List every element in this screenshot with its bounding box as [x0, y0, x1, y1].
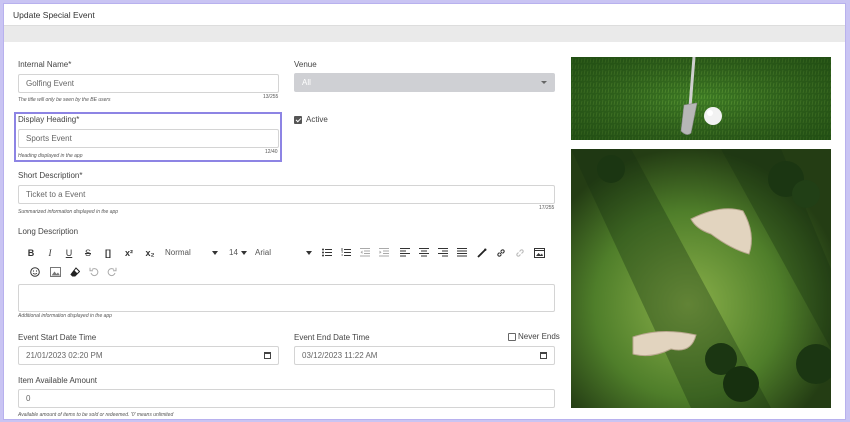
- long-description-hint: Additional information displayed in the …: [18, 313, 112, 319]
- calendar-icon[interactable]: [540, 352, 547, 359]
- end-date-input[interactable]: 03/12/2023 11:22 AM: [294, 346, 555, 365]
- long-description-label: Long Description: [18, 227, 79, 236]
- calendar-icon[interactable]: [264, 352, 271, 359]
- numbered-list-icon[interactable]: [339, 246, 353, 260]
- italic-button[interactable]: I: [43, 246, 57, 260]
- end-date-label: Event End Date Time: [294, 333, 370, 342]
- page-title: Update Special Event: [13, 10, 95, 20]
- display-heading-input[interactable]: Sports Event: [18, 129, 279, 148]
- toolbar-strip: [4, 26, 845, 42]
- subscript-button[interactable]: x₂: [141, 246, 159, 260]
- short-description-hint: Summarized information displayed in the …: [18, 209, 119, 215]
- internal-name-label: Internal Name*: [18, 60, 72, 69]
- strikethrough-button[interactable]: S: [81, 246, 95, 260]
- item-available-input[interactable]: 0: [18, 389, 555, 408]
- align-justify-icon[interactable]: [455, 246, 469, 260]
- venue-selected-value: All: [302, 78, 311, 87]
- short-description-counter: 17/255: [539, 205, 555, 211]
- chevron-down-icon: [541, 81, 547, 84]
- golf-club-ball-image: [571, 57, 831, 140]
- font-size-select-value: 14: [229, 248, 238, 257]
- app-window: Update Special Event Internal Name* Golf…: [3, 3, 846, 420]
- title-bar: Update Special Event: [4, 4, 845, 26]
- align-center-icon[interactable]: [417, 246, 431, 260]
- start-date-value: 21/01/2023 02:20 PM: [26, 351, 103, 360]
- long-description-editor[interactable]: [18, 284, 555, 312]
- font-family-select-value: Arial: [255, 248, 272, 257]
- venue-select[interactable]: All: [294, 73, 555, 92]
- rich-text-toolbar: B I U S [] x² x₂ Normal 14 Arial: [18, 243, 555, 281]
- start-date-label: Event Start Date Time: [18, 333, 97, 342]
- code-block-button[interactable]: []: [101, 246, 115, 260]
- undo-icon[interactable]: [87, 265, 101, 279]
- display-heading-counter: 12/40: [265, 149, 278, 155]
- link-icon[interactable]: [494, 246, 508, 260]
- short-description-input[interactable]: Ticket to a Event: [18, 185, 555, 204]
- font-size-select[interactable]: 14: [229, 246, 247, 260]
- display-heading-label: Display Heading*: [18, 115, 80, 124]
- active-label: Active: [306, 115, 328, 124]
- display-heading-hint: Heading displayed in the app: [18, 153, 83, 159]
- redo-icon[interactable]: [105, 265, 119, 279]
- text-color-icon[interactable]: [475, 246, 489, 260]
- end-date-value: 03/12/2023 11:22 AM: [302, 351, 378, 360]
- internal-name-hint: The title will only be seen by the BE us…: [18, 97, 111, 103]
- align-left-icon[interactable]: [398, 246, 412, 260]
- outdent-icon[interactable]: [358, 246, 372, 260]
- internal-name-input[interactable]: Golfing Event: [18, 74, 279, 93]
- embed-image-icon[interactable]: [532, 246, 546, 260]
- font-family-select[interactable]: Arial: [255, 246, 312, 260]
- never-ends-label: Never Ends: [518, 332, 560, 341]
- format-select[interactable]: Normal: [165, 246, 218, 260]
- indent-icon[interactable]: [377, 246, 391, 260]
- superscript-button[interactable]: x²: [120, 246, 138, 260]
- bold-button[interactable]: B: [24, 246, 38, 260]
- emoji-icon[interactable]: [28, 265, 42, 279]
- align-right-icon[interactable]: [436, 246, 450, 260]
- never-ends-checkbox[interactable]: [508, 333, 516, 341]
- underline-button[interactable]: U: [62, 246, 76, 260]
- image-icon[interactable]: [48, 265, 62, 279]
- chevron-down-icon: [212, 251, 218, 255]
- bullet-list-icon[interactable]: [320, 246, 334, 260]
- chevron-down-icon: [241, 251, 247, 255]
- item-available-label: Item Available Amount: [18, 376, 98, 385]
- eraser-icon[interactable]: [68, 265, 82, 279]
- golf-course-aerial-image: [571, 149, 831, 408]
- format-select-value: Normal: [165, 248, 191, 257]
- venue-label: Venue: [294, 60, 317, 69]
- internal-name-counter: 13/255: [263, 94, 279, 100]
- unlink-icon[interactable]: [513, 246, 527, 260]
- item-available-hint: Available amount of items to be sold or …: [18, 412, 174, 418]
- start-date-input[interactable]: 21/01/2023 02:20 PM: [18, 346, 279, 365]
- active-checkbox[interactable]: [294, 116, 302, 124]
- short-description-label: Short Description*: [18, 171, 83, 180]
- chevron-down-icon: [306, 251, 312, 255]
